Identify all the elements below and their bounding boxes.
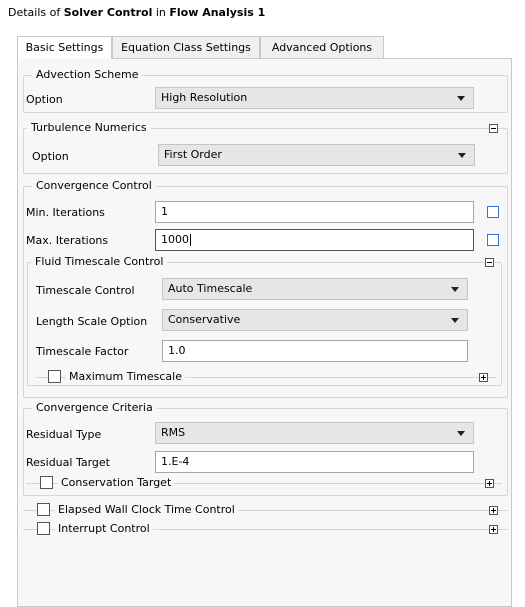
interrupt-control-checkbox[interactable] [37, 522, 50, 535]
chevron-down-icon [451, 287, 459, 292]
chevron-down-icon [458, 153, 466, 158]
maximum-timescale-checkbox[interactable] [48, 370, 61, 383]
header-object: Solver Control [63, 6, 153, 19]
max-iterations-value: 1000 [161, 233, 189, 246]
expression-toggle-icon[interactable] [487, 234, 499, 246]
interrupt-control-label: Interrupt Control [55, 522, 153, 536]
conservation-target-row: Conservation Target [26, 475, 502, 491]
tab-basic-settings[interactable]: Basic Settings [17, 36, 112, 59]
residual-type-dropdown[interactable]: RMS [155, 422, 474, 444]
expand-icon[interactable] [489, 525, 498, 534]
interrupt-control-row: Interrupt Control [23, 521, 508, 537]
timescale-control-value: Auto Timescale [168, 282, 253, 295]
residual-type-label: Residual Type [26, 428, 102, 441]
timescale-control-label: Timescale Control [36, 284, 135, 297]
max-iterations-label: Max. Iterations [26, 234, 109, 247]
advection-scheme-title: Advection Scheme [32, 68, 143, 82]
conservation-target-checkbox[interactable] [40, 476, 53, 489]
basic-settings-panel: Advection Scheme Option High Resolution … [17, 58, 512, 607]
maximum-timescale-label: Maximum Timescale [66, 370, 185, 384]
convergence-criteria-title: Convergence Criteria [32, 401, 157, 415]
min-iterations-input[interactable]: 1 [155, 201, 474, 223]
length-scale-option-dropdown[interactable]: Conservative [162, 309, 468, 331]
min-iterations-label: Min. Iterations [26, 206, 105, 219]
expression-toggle-icon[interactable] [487, 206, 499, 218]
tab-advanced-options[interactable]: Advanced Options [260, 36, 384, 58]
timescale-control-dropdown[interactable]: Auto Timescale [162, 278, 468, 300]
residual-target-label: Residual Target [26, 456, 110, 469]
header-prefix: Details of [8, 6, 64, 19]
advection-option-label: Option [26, 93, 63, 106]
expand-icon[interactable] [489, 506, 498, 515]
header-context: Flow Analysis 1 [169, 6, 266, 19]
tab-equation-class-settings[interactable]: Equation Class Settings [112, 36, 260, 58]
expand-icon[interactable] [485, 479, 494, 488]
conservation-target-label: Conservation Target [58, 476, 175, 490]
turbulence-option-dropdown[interactable]: First Order [158, 144, 475, 166]
residual-type-value: RMS [161, 426, 186, 439]
length-scale-option-label: Length Scale Option [36, 315, 148, 328]
chevron-down-icon [457, 431, 465, 436]
turbulence-option-label: Option [32, 150, 69, 163]
turbulence-option-value: First Order [164, 148, 222, 161]
collapse-icon[interactable] [489, 124, 498, 133]
expand-icon[interactable] [479, 373, 488, 382]
advection-option-value: High Resolution [161, 91, 248, 104]
max-iterations-input[interactable]: 1000 [155, 229, 474, 251]
convergence-control-title: Convergence Control [32, 179, 156, 193]
turbulence-numerics-title: Turbulence Numerics [27, 121, 151, 135]
elapsed-wall-clock-row: Elapsed Wall Clock Time Control [23, 502, 508, 518]
chevron-down-icon [451, 318, 459, 323]
residual-target-value: 1.E-4 [161, 455, 190, 468]
advection-option-dropdown[interactable]: High Resolution [155, 87, 474, 109]
timescale-factor-label: Timescale Factor [36, 345, 129, 358]
header-middle: in [152, 6, 170, 19]
min-iterations-value: 1 [161, 205, 168, 218]
elapsed-wall-clock-checkbox[interactable] [37, 503, 50, 516]
details-header: Details of Solver Control in Flow Analys… [0, 0, 525, 26]
elapsed-wall-clock-label: Elapsed Wall Clock Time Control [55, 503, 238, 517]
timescale-factor-value: 1.0 [168, 344, 186, 357]
text-cursor [190, 234, 191, 246]
residual-target-input[interactable]: 1.E-4 [155, 451, 474, 473]
chevron-down-icon [457, 96, 465, 101]
maximum-timescale-row: Maximum Timescale [36, 369, 496, 385]
length-scale-option-value: Conservative [168, 313, 241, 326]
fluid-timescale-title: Fluid Timescale Control [31, 255, 168, 269]
collapse-icon[interactable] [485, 258, 494, 267]
timescale-factor-input[interactable]: 1.0 [162, 340, 468, 362]
